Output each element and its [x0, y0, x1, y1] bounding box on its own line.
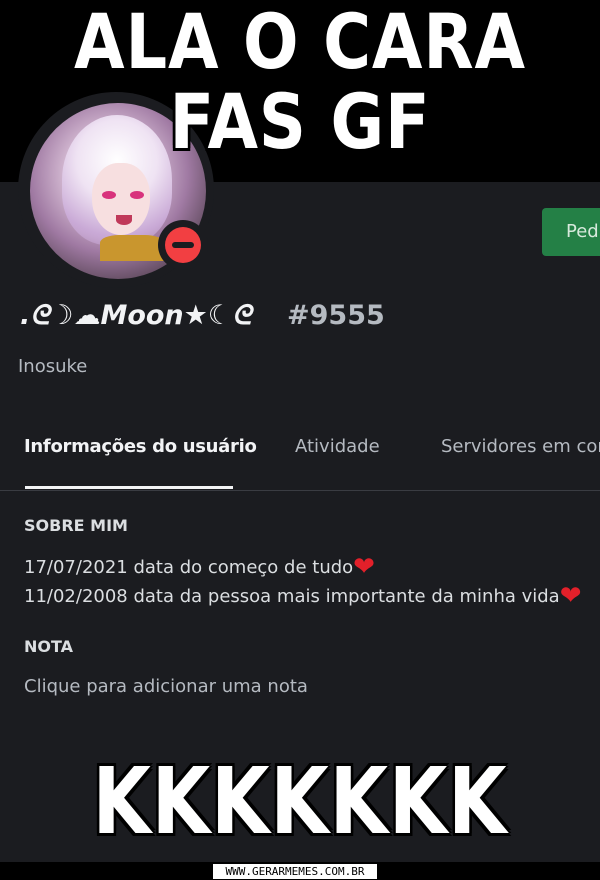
meme-top-caption: ALA O CARA FAS GF [42, 2, 558, 162]
note-title: NOTA [24, 637, 74, 656]
tab-activity[interactable]: Atividade [295, 436, 380, 457]
avatar-eye-right [130, 191, 144, 199]
tab-user-info[interactable]: Informações do usuário [24, 436, 257, 457]
nickname: Inosuke [18, 356, 88, 377]
about-line-2: 11/02/2008 data da pessoa mais important… [24, 583, 582, 609]
avatar-mouth [116, 215, 132, 225]
active-tab-indicator [25, 486, 233, 489]
tab-mutual-servers[interactable]: Servidores em cor [441, 436, 600, 457]
action-button[interactable]: Ped [542, 208, 600, 256]
about-line-1-text: 17/07/2021 data do começo de tudo [24, 557, 354, 578]
do-not-disturb-status-icon [165, 227, 201, 263]
meme-bottom-caption: KKKKKKK [92, 748, 508, 855]
discriminator: #9555 [287, 300, 385, 331]
profile-tabs: Informações do usuário Atividade Servido… [0, 428, 600, 491]
note-input[interactable]: Clique para adicionar uma nota [24, 676, 308, 697]
meme-top-line-1: ALA O CARA [74, 0, 526, 86]
avatar-eye-left [102, 191, 116, 199]
watermark: WWW.GERARMEMES.COM.BR [213, 864, 377, 879]
username: .ᘓ☽☁Moon★☾ᘓ [20, 300, 252, 331]
about-me-title: SOBRE MIM [24, 516, 128, 535]
heart-emoji-icon: ❤ [353, 552, 375, 582]
avatar-collar [100, 235, 164, 261]
heart-emoji-icon: ❤ [559, 581, 582, 611]
about-line-1: 17/07/2021 data do começo de tudo❤ [24, 554, 375, 580]
meme-top-line-2: FAS GF [169, 77, 431, 166]
about-line-2-text: 11/02/2008 data da pessoa mais important… [24, 586, 560, 607]
